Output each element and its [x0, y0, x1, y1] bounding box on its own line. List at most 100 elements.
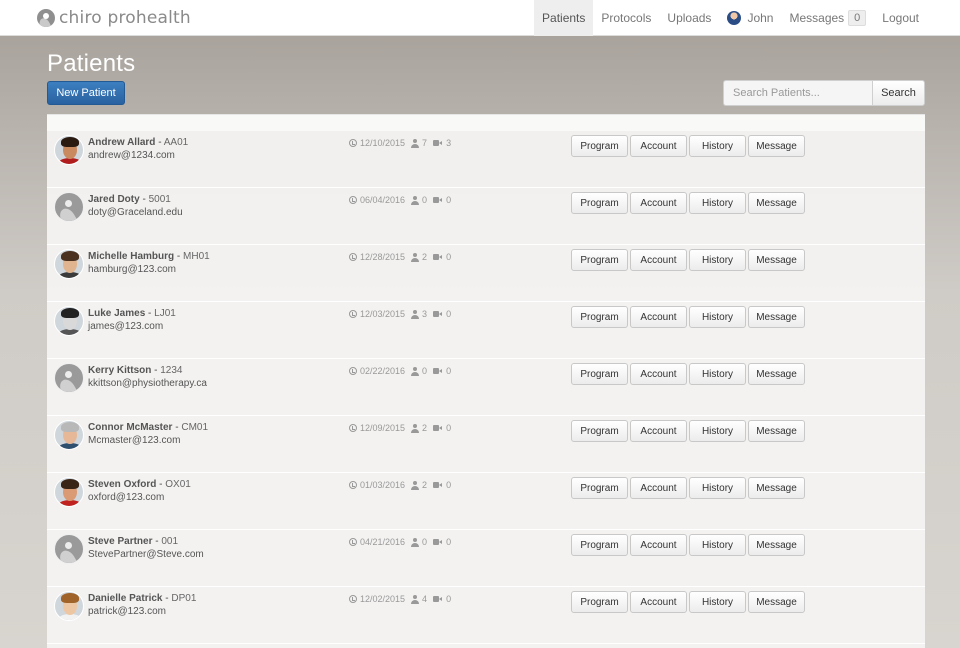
account-button[interactable]: Account	[630, 192, 687, 214]
patient-name[interactable]: Kerry Kittson	[88, 365, 151, 376]
patient-avatar[interactable]	[54, 249, 84, 279]
program-button[interactable]: Program	[571, 306, 628, 328]
program-button[interactable]: Program	[571, 135, 628, 157]
account-button[interactable]: Account	[630, 363, 687, 385]
last-visit-date: 06/04/2016	[360, 195, 406, 205]
account-button[interactable]: Account	[630, 306, 687, 328]
last-visit-date: 12/28/2015	[360, 252, 406, 262]
nav-item-protocols[interactable]: Protocols	[593, 0, 659, 36]
avatar-hair	[61, 137, 79, 147]
video-camera-icon	[433, 140, 443, 146]
message-button[interactable]: Message	[748, 420, 805, 442]
people-count: 7	[422, 138, 428, 148]
video-camera-icon	[433, 482, 443, 488]
page-title: Patients	[47, 50, 136, 77]
patient-name-line: Jared Doty - 5001	[88, 194, 171, 205]
message-button[interactable]: Message	[748, 591, 805, 613]
avatar-body	[57, 500, 83, 506]
history-button[interactable]: History	[689, 534, 746, 556]
video-camera-icon	[433, 368, 443, 374]
user-icon	[411, 309, 420, 319]
program-button[interactable]: Program	[571, 420, 628, 442]
patient-avatar[interactable]	[54, 135, 84, 165]
default-avatar-icon[interactable]	[54, 192, 84, 222]
history-button[interactable]: History	[689, 420, 746, 442]
nav-item-messages[interactable]: Messages 0	[781, 0, 874, 36]
nav-item-patients[interactable]: Patients	[534, 0, 594, 36]
history-button[interactable]: History	[689, 591, 746, 613]
panel-header-strip	[47, 115, 925, 131]
clock-icon	[349, 196, 357, 204]
patient-name[interactable]: Steve Partner	[88, 536, 152, 547]
patient-meta: 02/22/2016 0 0	[349, 366, 451, 376]
program-button[interactable]: Program	[571, 534, 628, 556]
patient-name[interactable]: Michelle Hamburg	[88, 251, 174, 262]
nav-item-uploads[interactable]: Uploads	[659, 0, 719, 36]
default-avatar-icon[interactable]	[54, 363, 84, 393]
people-count: 0	[422, 195, 428, 205]
patient-name-line: Steven Oxford - OX01	[88, 479, 191, 490]
program-button[interactable]: Program	[571, 249, 628, 271]
new-patient-button[interactable]: New Patient	[47, 81, 125, 105]
message-button[interactable]: Message	[748, 477, 805, 499]
patient-code: DP01	[171, 593, 197, 604]
row-actions: Program Account History Message	[571, 192, 807, 214]
message-button[interactable]: Message	[748, 534, 805, 556]
message-button[interactable]: Message	[748, 135, 805, 157]
patient-code: OX01	[165, 479, 191, 490]
patient-name-line: Luke James - LJ01	[88, 308, 176, 319]
patient-email: james@123.com	[88, 321, 164, 332]
patient-email: oxford@123.com	[88, 492, 165, 503]
video-count: 0	[446, 366, 452, 376]
history-button[interactable]: History	[689, 477, 746, 499]
user-icon	[411, 138, 420, 148]
history-button[interactable]: History	[689, 306, 746, 328]
patient-name[interactable]: Luke James	[88, 308, 145, 319]
program-button[interactable]: Program	[571, 363, 628, 385]
last-visit-date: 12/10/2015	[360, 138, 406, 148]
patient-code: 001	[161, 536, 179, 547]
patient-name[interactable]: Steven Oxford	[88, 479, 156, 490]
patient-name[interactable]: Danielle Patrick	[88, 593, 162, 604]
patient-code: 1234	[160, 365, 183, 376]
program-button[interactable]: Program	[571, 477, 628, 499]
patient-name[interactable]: Jared Doty	[88, 194, 140, 205]
account-button[interactable]: Account	[630, 591, 687, 613]
account-button[interactable]: Account	[630, 534, 687, 556]
patient-name[interactable]: Andrew Allard	[88, 137, 155, 148]
message-button[interactable]: Message	[748, 192, 805, 214]
account-button[interactable]: Account	[630, 477, 687, 499]
history-button[interactable]: History	[689, 192, 746, 214]
patient-avatar[interactable]	[54, 477, 84, 507]
patient-row: Luke James - LJ01 james@123.com 12/03/2015…	[47, 302, 925, 359]
patient-row: Kerry Kittson - 1234 kkittson@physiothera…	[47, 359, 925, 416]
history-button[interactable]: History	[689, 363, 746, 385]
message-button[interactable]: Message	[748, 363, 805, 385]
brand[interactable]: chiro prohealth	[37, 6, 191, 30]
program-button[interactable]: Program	[571, 591, 628, 613]
search-input[interactable]	[723, 80, 872, 106]
patient-name-line: Danielle Patrick - DP01	[88, 593, 196, 604]
patient-name[interactable]: Connor McMaster	[88, 422, 172, 433]
history-button[interactable]: History	[689, 249, 746, 271]
message-button[interactable]: Message	[748, 306, 805, 328]
history-button[interactable]: History	[689, 135, 746, 157]
nav-item-user[interactable]: John	[719, 0, 781, 36]
brand-name: chiro prohealth	[59, 8, 191, 28]
nav-item-logout[interactable]: Logout	[874, 0, 927, 36]
row-actions: Program Account History Message	[571, 363, 807, 385]
patient-avatar[interactable]	[54, 591, 84, 621]
program-button[interactable]: Program	[571, 192, 628, 214]
row-actions: Program Account History Message	[571, 249, 807, 271]
patient-avatar[interactable]	[54, 420, 84, 450]
clock-icon	[349, 310, 357, 318]
message-button[interactable]: Message	[748, 249, 805, 271]
video-camera-icon	[433, 197, 443, 203]
default-avatar-icon[interactable]	[54, 534, 84, 564]
search-button[interactable]: Search	[872, 80, 925, 106]
patient-email: andrew@1234.com	[88, 150, 175, 161]
patient-avatar[interactable]	[54, 306, 84, 336]
account-button[interactable]: Account	[630, 249, 687, 271]
account-button[interactable]: Account	[630, 135, 687, 157]
account-button[interactable]: Account	[630, 420, 687, 442]
